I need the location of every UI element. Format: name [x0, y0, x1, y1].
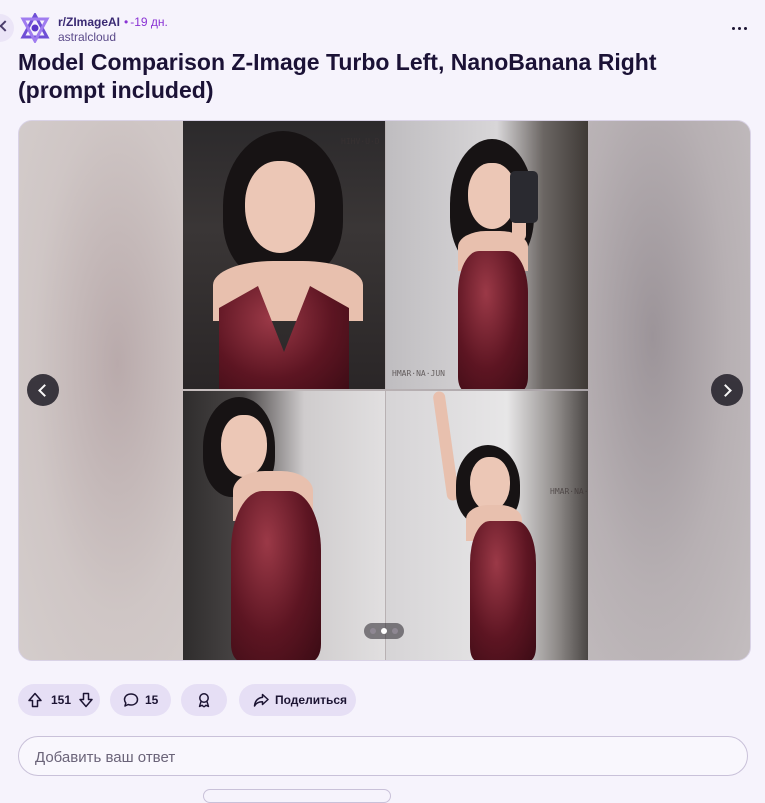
photo-top-right: HMAR·NA·JUN [386, 121, 588, 389]
post-age: -19 дн. [130, 15, 168, 29]
subreddit-name[interactable]: r/ZImageAI [58, 15, 120, 29]
arrow-down-icon[interactable] [78, 692, 94, 708]
photo-bottom-right: HMAR·NA·JUN [386, 391, 588, 660]
comments-button[interactable]: 15 [110, 684, 171, 716]
pagination-dot[interactable] [392, 628, 398, 634]
post-header: r/ZImageAI • -19 дн. astralcloud [20, 11, 750, 46]
comments-sort-control[interactable] [203, 789, 391, 803]
image-gallery[interactable]: HIHV·U·D HMAR·NA·JUN HMAR·NA·JUN [18, 120, 751, 661]
award-icon [196, 692, 212, 708]
watermark: HMAR·NA·JUN [392, 369, 445, 378]
author-name[interactable]: astralcloud [58, 30, 116, 44]
subreddit-line: r/ZImageAI • -19 дн. [58, 15, 168, 29]
more-options-button[interactable] [730, 16, 750, 40]
arrow-up-icon[interactable] [27, 692, 43, 708]
reply-placeholder: Добавить ваш ответ [35, 749, 176, 766]
pagination-dot[interactable] [370, 628, 376, 634]
gallery-pagination [364, 623, 404, 639]
gallery-prev-button[interactable] [27, 374, 59, 406]
share-button[interactable]: Поделиться [239, 684, 356, 716]
watermark: HMAR·NA·JUN [550, 487, 588, 496]
chevron-right-icon [719, 384, 732, 397]
award-button[interactable] [181, 684, 227, 716]
photo-bottom-left [183, 391, 385, 660]
speech-bubble-icon [123, 692, 139, 708]
meta-separator: • [124, 15, 129, 29]
vote-control: 151 [18, 684, 100, 716]
upvote-count: 151 [51, 693, 72, 707]
reply-input[interactable]: Добавить ваш ответ [18, 736, 748, 776]
subreddit-avatar[interactable] [20, 11, 50, 45]
triangle-logo-icon [20, 11, 50, 45]
chevron-left-icon [0, 20, 11, 32]
photo-top-left: HIHV·U·D [183, 121, 385, 389]
post-title[interactable]: Model Comparison Z-Image Turbo Left, Nan… [18, 48, 718, 104]
back-button[interactable] [0, 14, 14, 42]
share-label: Поделиться [275, 693, 348, 707]
gallery-next-button[interactable] [711, 374, 743, 406]
chevron-left-icon [38, 384, 51, 397]
comment-count: 15 [145, 693, 159, 707]
watermark: HIHV·U·D [341, 137, 380, 146]
share-arrow-icon [253, 692, 269, 708]
pagination-dot-active[interactable] [381, 628, 387, 634]
gallery-image[interactable]: HIHV·U·D HMAR·NA·JUN HMAR·NA·JUN [183, 121, 588, 660]
